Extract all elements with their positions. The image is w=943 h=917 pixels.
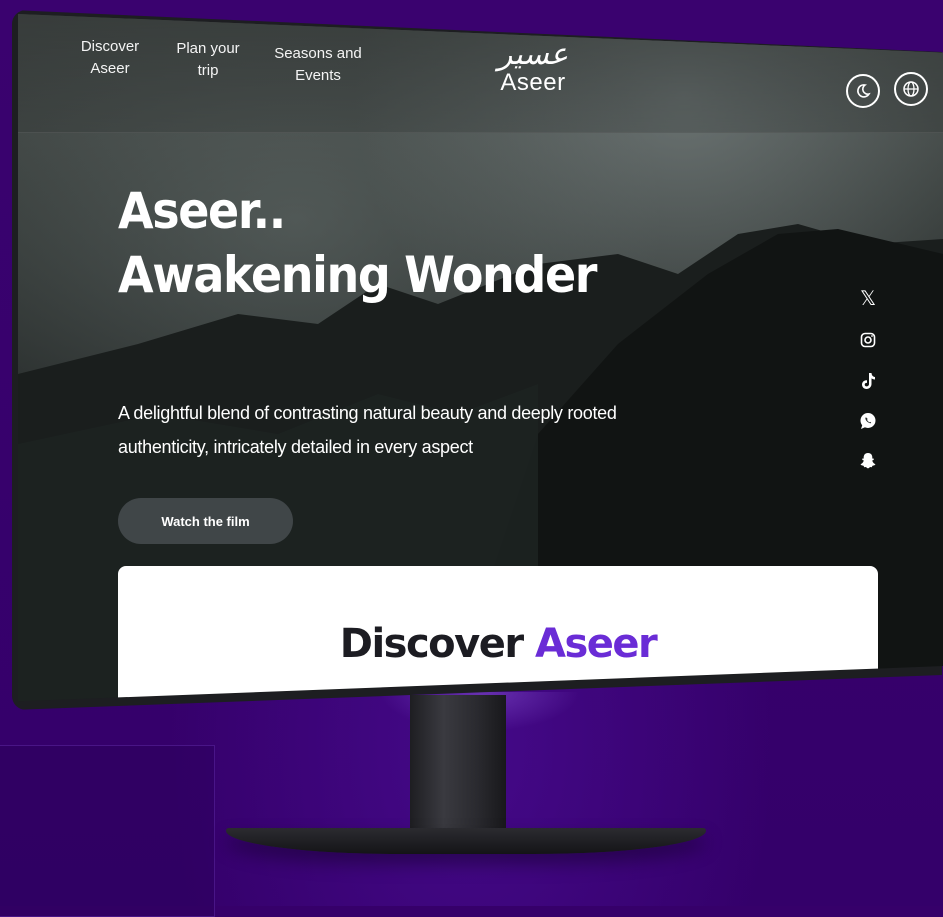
whatsapp-icon[interactable] [856,412,880,435]
hero-title: Aseer.. Awakening Wonder [118,179,597,307]
heading-part2: Aseer [535,621,658,667]
instagram-glyph [860,332,876,348]
moon-icon [857,84,871,98]
snapchat-glyph [860,453,876,469]
language-button[interactable] [894,72,928,106]
logo-arabic: عسير [497,37,569,72]
instagram-icon[interactable] [856,332,880,353]
nav-label-line1: Discover [80,38,140,55]
tiktok-icon[interactable] [856,372,880,395]
nav-label-line1: Seasons and [274,45,362,62]
nav-seasons-and-events[interactable]: Seasons and Events [268,43,368,87]
hero-title-line2: Awakening Wonder [118,246,597,304]
nav-plan-your-trip[interactable]: Plan your trip [168,38,248,82]
discover-aseer-heading: Discover Aseer [118,621,878,667]
nav-discover-aseer[interactable]: Discover Aseer [70,36,150,80]
aseer-logo[interactable]: عسير Aseer [478,40,588,96]
tiktok-glyph [862,373,875,389]
snapchat-icon[interactable] [856,452,880,475]
nav-label-line2: Events [295,67,341,84]
theme-toggle-button[interactable] [846,74,880,108]
x-icon[interactable]: 𝕏 [856,286,880,311]
heading-part1: Discover [339,621,524,667]
nav-label-line2: Aseer [90,60,130,77]
hero-title-line1: Aseer.. [118,182,286,240]
website-screen: Discover Aseer Plan your trip Seasons an… [18,14,943,702]
hero-description: A delightful blend of contrasting natura… [118,403,617,457]
monitor-stand-neck [410,695,506,845]
logo-english: Aseer [500,69,566,96]
nav-label-line2: trip [197,62,219,79]
decorative-frame [0,745,215,917]
globe-icon [903,81,919,97]
whatsapp-glyph [860,413,876,429]
nav-label-line1: Plan your [176,40,240,57]
watch-film-button[interactable]: Watch the film [118,498,293,544]
